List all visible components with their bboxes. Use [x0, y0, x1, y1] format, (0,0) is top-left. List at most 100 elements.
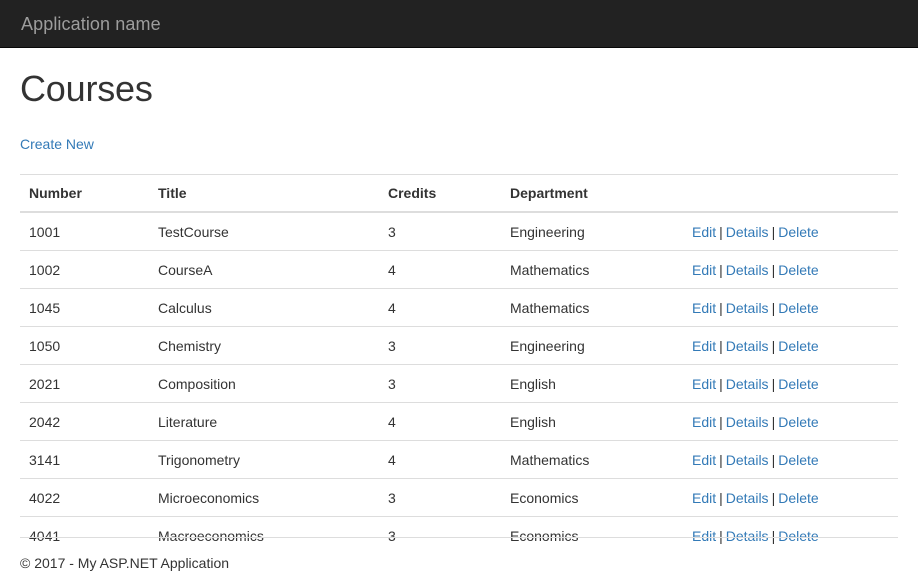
action-separator: |: [719, 224, 723, 240]
cell-credits: 3: [379, 478, 501, 517]
navbar-brand-link[interactable]: Application name: [0, 14, 161, 34]
cell-actions: Edit | Details | Delete: [683, 440, 898, 479]
cell-title: Macroeconomics: [149, 516, 379, 554]
cell-department: Economics: [501, 478, 683, 517]
action-separator: |: [719, 262, 723, 278]
details-link[interactable]: Details: [726, 300, 769, 316]
edit-link[interactable]: Edit: [692, 414, 716, 430]
cell-department: Engineering: [501, 326, 683, 365]
column-header-actions: [683, 174, 898, 213]
action-separator: |: [719, 452, 723, 468]
edit-link[interactable]: Edit: [692, 224, 716, 240]
edit-link[interactable]: Edit: [692, 528, 716, 544]
cell-actions: Edit | Details | Delete: [683, 326, 898, 365]
action-separator: |: [719, 376, 723, 392]
cell-number: 1045: [20, 288, 149, 327]
table-row: 2021 Composition 3 English Edit | Details | Dele…: [20, 364, 898, 403]
cell-credits: 3: [379, 211, 501, 251]
cell-credits: 4: [379, 288, 501, 327]
cell-number: 1050: [20, 326, 149, 365]
cell-number: 1002: [20, 250, 149, 289]
delete-link[interactable]: Delete: [778, 414, 818, 430]
cell-title: Chemistry: [149, 326, 379, 365]
cell-credits: 3: [379, 326, 501, 365]
action-separator: |: [771, 338, 776, 354]
details-link[interactable]: Details: [726, 414, 769, 430]
edit-link[interactable]: Edit: [692, 376, 716, 392]
details-link[interactable]: Details: [726, 224, 769, 240]
cell-credits: 3: [379, 364, 501, 403]
column-header-title: Title: [149, 174, 379, 213]
details-link[interactable]: Details: [726, 490, 769, 506]
cell-department: Mathematics: [501, 288, 683, 327]
create-new-link[interactable]: Create New: [20, 136, 94, 152]
footer-text: © 2017 - My ASP.NET Application: [20, 555, 230, 571]
delete-link[interactable]: Delete: [778, 224, 818, 240]
details-link[interactable]: Details: [726, 338, 769, 354]
cell-title: Trigonometry: [149, 440, 379, 479]
cell-number: 4041: [20, 516, 149, 554]
action-separator: |: [719, 414, 723, 430]
column-header-credits: Credits: [379, 174, 501, 213]
courses-table-body: 1001 TestCourse 3 Engineering Edit | Details | D…: [20, 211, 898, 554]
cell-actions: Edit | Details | Delete: [683, 364, 898, 403]
delete-link[interactable]: Delete: [778, 528, 818, 544]
details-link[interactable]: Details: [726, 262, 769, 278]
cell-number: 1001: [20, 211, 149, 251]
action-separator: |: [771, 224, 776, 240]
delete-link[interactable]: Delete: [778, 338, 818, 354]
table-header-row: Number Title Credits Department: [20, 174, 898, 213]
cell-title: Literature: [149, 402, 379, 441]
delete-link[interactable]: Delete: [778, 300, 818, 316]
cell-title: Composition: [149, 364, 379, 403]
table-row: 4022 Microeconomics 3 Economics Edit | Details…: [20, 478, 898, 517]
delete-link[interactable]: Delete: [778, 490, 818, 506]
table-row: 1001 TestCourse 3 Engineering Edit | Details | D…: [20, 211, 898, 251]
cell-number: 3141: [20, 440, 149, 479]
cell-number: 4022: [20, 478, 149, 517]
action-separator: |: [771, 414, 776, 430]
delete-link[interactable]: Delete: [778, 262, 818, 278]
cell-title: Microeconomics: [149, 478, 379, 517]
action-separator: |: [771, 376, 776, 392]
edit-link[interactable]: Edit: [692, 300, 716, 316]
table-row: 1002 CourseA 4 Mathematics Edit | Details | Dele…: [20, 250, 898, 289]
action-separator: |: [719, 490, 723, 506]
cell-credits: 4: [379, 250, 501, 289]
top-navbar: Application name: [0, 0, 918, 48]
cell-actions: Edit | Details | Delete: [683, 288, 898, 327]
edit-link[interactable]: Edit: [692, 338, 716, 354]
action-separator: |: [771, 528, 776, 544]
cell-credits: 3: [379, 516, 501, 554]
cell-title: Calculus: [149, 288, 379, 327]
edit-link[interactable]: Edit: [692, 262, 716, 278]
details-link[interactable]: Details: [726, 452, 769, 468]
table-row: 2042 Literature 4 English Edit | Details | Delet…: [20, 402, 898, 441]
column-header-department: Department: [501, 174, 683, 213]
page-title: Courses: [20, 68, 153, 109]
cell-title: TestCourse: [149, 211, 379, 251]
details-link[interactable]: Details: [726, 528, 769, 544]
delete-link[interactable]: Delete: [778, 376, 818, 392]
cell-department: English: [501, 402, 683, 441]
delete-link[interactable]: Delete: [778, 452, 818, 468]
cell-credits: 4: [379, 440, 501, 479]
cell-department: Engineering: [501, 211, 683, 251]
table-row: 4041 Macroeconomics 3 Economics Edit | Details…: [20, 516, 898, 554]
create-new-row: Create New: [20, 125, 898, 154]
cell-credits: 4: [379, 402, 501, 441]
details-link[interactable]: Details: [726, 376, 769, 392]
footer-divider: [20, 537, 898, 538]
table-row: 3141 Trigonometry 4 Mathematics Edit | Details…: [20, 440, 898, 479]
action-separator: |: [771, 452, 776, 468]
cell-department: Mathematics: [501, 440, 683, 479]
table-row: 1050 Chemistry 3 Engineering Edit | Details | De…: [20, 326, 898, 365]
cell-number: 2021: [20, 364, 149, 403]
cell-actions: Edit | Details | Delete: [683, 516, 898, 554]
action-separator: |: [719, 528, 723, 544]
action-separator: |: [771, 490, 776, 506]
edit-link[interactable]: Edit: [692, 490, 716, 506]
edit-link[interactable]: Edit: [692, 452, 716, 468]
action-separator: |: [719, 338, 723, 354]
cell-number: 2042: [20, 402, 149, 441]
